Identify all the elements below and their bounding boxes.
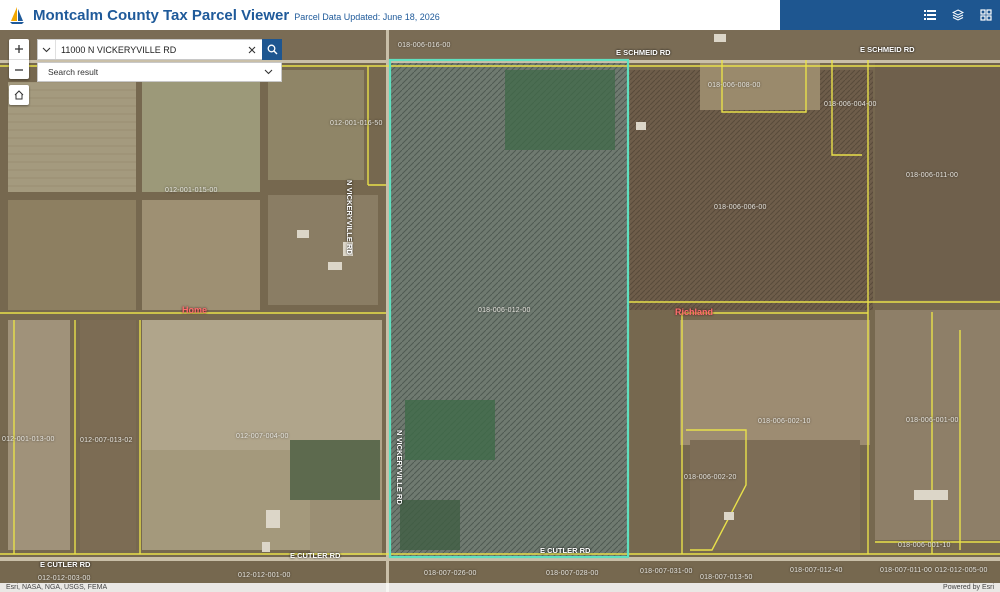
parcel-id-label: 018-006-004-00 bbox=[824, 101, 877, 108]
map-view[interactable]: E SCHMEID RD E SCHMEID RD N VICKERYVILLE… bbox=[0, 30, 1000, 592]
parcel-id-label: 018-006-012-00 bbox=[478, 307, 531, 314]
header-toolbar bbox=[780, 0, 1000, 30]
parcel-id-label: 018-006-006-00 bbox=[714, 204, 767, 211]
road-label: E SCHMEID RD bbox=[860, 45, 915, 54]
road-label: E SCHMEID RD bbox=[616, 48, 671, 57]
attribution-sources: Esri, NASA, NGA, USGS, FEMA bbox=[6, 584, 108, 591]
parcel-id-label: 018-007-012-40 bbox=[790, 567, 843, 574]
clear-search-button[interactable] bbox=[243, 40, 261, 59]
search-widget bbox=[37, 39, 282, 60]
parcel-id-label: 018-006-001-10 bbox=[898, 542, 951, 549]
road-label: E CUTLER RD bbox=[290, 551, 341, 560]
chevron-down-icon bbox=[42, 47, 51, 52]
parcel-id-label: 012-001-015-00 bbox=[165, 187, 218, 194]
search-icon bbox=[267, 44, 277, 55]
parcel-id-label: 018-007-031-00 bbox=[640, 568, 693, 575]
parcel-id-label: 018-006-011-00 bbox=[906, 172, 959, 179]
search-result-label: Search result bbox=[48, 67, 99, 77]
home-icon bbox=[14, 90, 24, 100]
powered-by-link[interactable]: Powered by Esri bbox=[943, 584, 994, 591]
road-label: N VICKERYVILLE RD bbox=[345, 180, 354, 255]
road-label: E CUTLER RD bbox=[40, 560, 91, 569]
parcel-id-label: 018-007-026-00 bbox=[424, 570, 477, 577]
zoom-out-button[interactable] bbox=[9, 59, 29, 79]
app-logo-icon bbox=[6, 4, 28, 26]
parcel-id-label: 012-007-013-02 bbox=[80, 437, 133, 444]
layers-icon[interactable] bbox=[950, 7, 966, 23]
search-source-dropdown[interactable] bbox=[38, 40, 56, 59]
chevron-down-icon bbox=[264, 69, 273, 75]
parcel-id-label: 012-012-003-00 bbox=[38, 575, 91, 582]
parcel-id-label: 018-006-002-20 bbox=[684, 474, 737, 481]
zoom-in-button[interactable] bbox=[9, 39, 29, 59]
legend-list-icon[interactable] bbox=[922, 7, 938, 23]
zoom-controls bbox=[9, 39, 29, 79]
search-result-panel[interactable]: Search result bbox=[37, 62, 282, 82]
parcel-id-label: 018-006-002-10 bbox=[758, 418, 811, 425]
parcel-id-label: 018-007-028-00 bbox=[546, 570, 599, 577]
road-label: N VICKERYVILLE RD bbox=[395, 430, 404, 505]
basemap-gallery-icon[interactable] bbox=[978, 7, 994, 23]
township-label: Richland bbox=[675, 307, 714, 317]
search-button[interactable] bbox=[262, 39, 282, 60]
parcel-id-label: 012-001-013-00 bbox=[2, 436, 55, 443]
parcel-id-label: 018-007-011-00 bbox=[880, 567, 933, 574]
app-subtitle: Parcel Data Updated: June 18, 2026 bbox=[294, 11, 440, 22]
parcel-id-label: 012-012-005-00 bbox=[935, 567, 988, 574]
parcel-id-label: 018-006-008-00 bbox=[708, 82, 761, 89]
parcel-id-label: 018-006-001-00 bbox=[906, 417, 959, 424]
parcel-id-label: 012-012-001-00 bbox=[238, 572, 291, 579]
parcel-id-label: 018-007-013-50 bbox=[700, 574, 753, 581]
parcel-id-label: 012-001-016-50 bbox=[330, 120, 383, 127]
search-input[interactable] bbox=[56, 40, 243, 59]
map-attribution: Esri, NASA, NGA, USGS, FEMA Powered by E… bbox=[0, 583, 1000, 592]
parcel-id-label: 018-006-016-00 bbox=[398, 42, 451, 49]
road-label: E CUTLER RD bbox=[540, 546, 591, 555]
app-header: Montcalm County Tax Parcel Viewer Parcel… bbox=[0, 0, 1000, 30]
close-icon bbox=[248, 46, 256, 53]
app-title: Montcalm County Tax Parcel Viewer bbox=[33, 6, 290, 24]
parcel-id-label: 012-007-004-00 bbox=[236, 433, 289, 440]
home-button[interactable] bbox=[9, 85, 29, 105]
township-label: Home bbox=[182, 305, 208, 315]
